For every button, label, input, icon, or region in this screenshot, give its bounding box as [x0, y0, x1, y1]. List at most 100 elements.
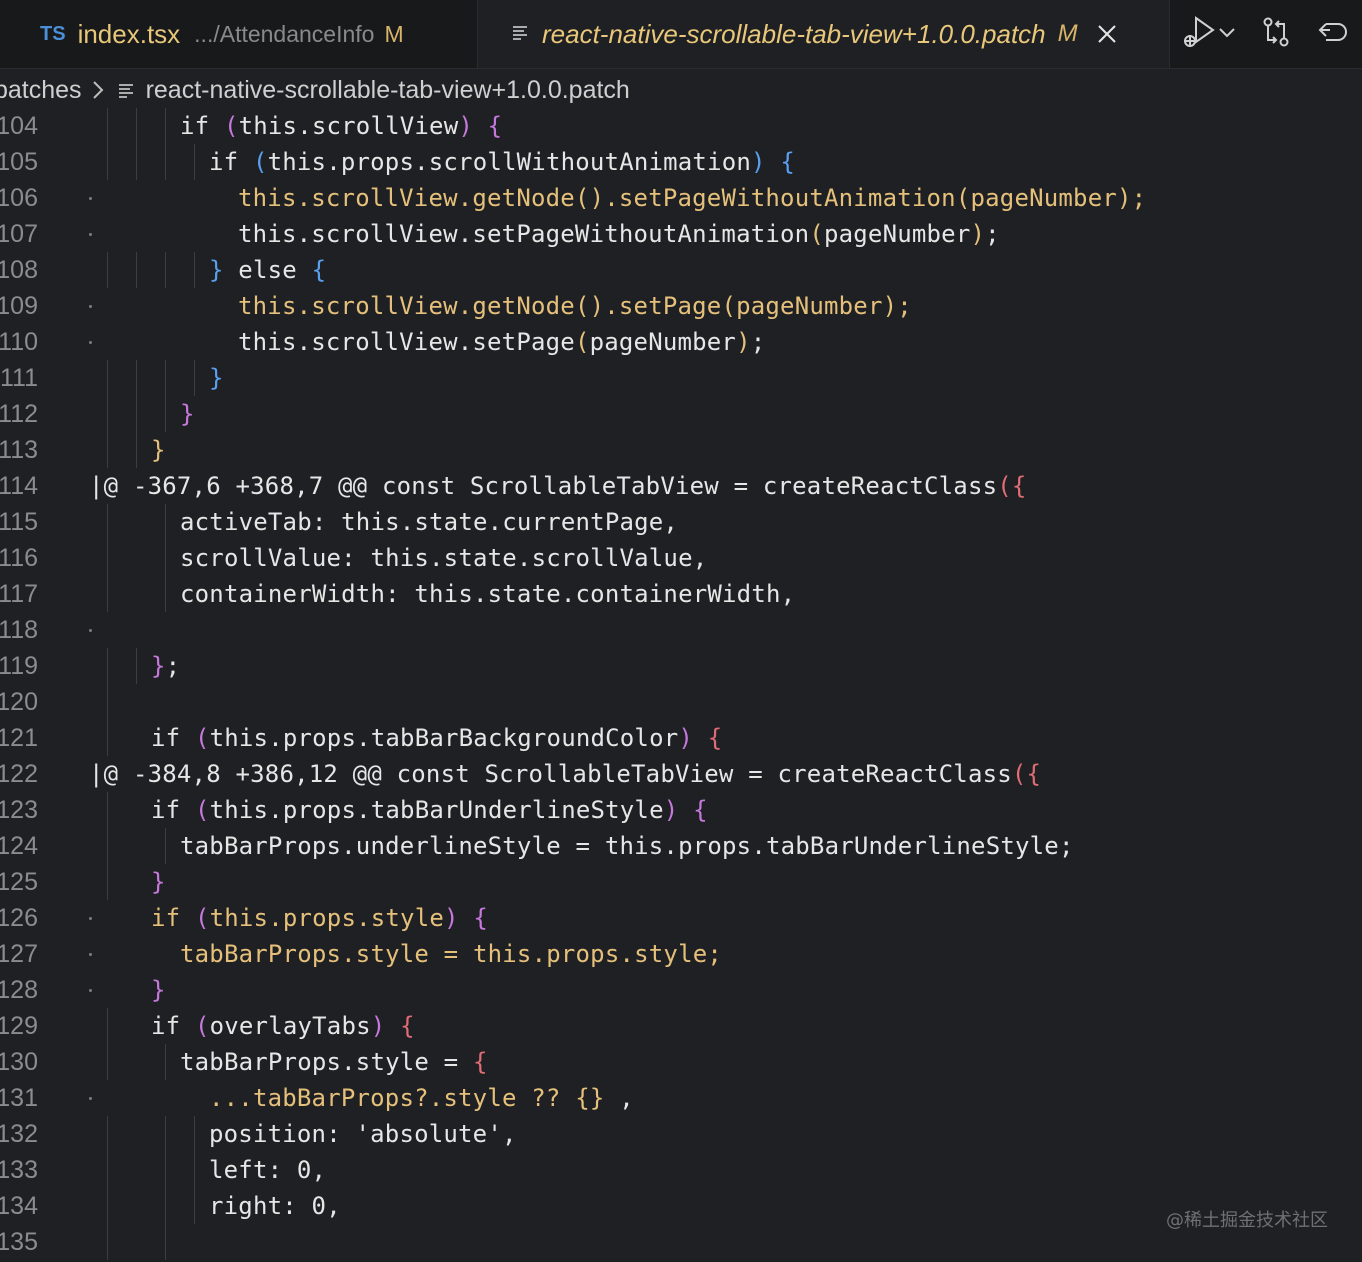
compare-changes-button[interactable]: [1261, 16, 1291, 53]
code-line[interactable]: 127 tabBarProps.style = this.props.style;: [0, 936, 1362, 972]
code-line[interactable]: 124 tabBarProps.underlineStyle = this.pro…: [0, 828, 1362, 864]
code-token: if: [151, 904, 195, 932]
line-number: 117: [0, 580, 38, 608]
code-line[interactable]: 110 this.scrollView.setPage(pageNumber);: [0, 324, 1362, 360]
indent-guide: [107, 720, 108, 756]
breadcrumb-file[interactable]: react-native-scrollable-tab-view+1.0.0.p…: [146, 76, 630, 105]
code-line[interactable]: 104 if (this.scrollView) {: [0, 108, 1362, 144]
code-line[interactable]: 107 this.scrollView.setPageWithoutAnimati…: [0, 216, 1362, 252]
line-number: 133: [0, 1156, 38, 1184]
indent-guide: [165, 1044, 166, 1080]
code-line[interactable]: 131 ...tabBarProps?.style ?? {} ,: [0, 1080, 1362, 1116]
code-line[interactable]: 112}: [0, 396, 1362, 432]
code-token: containerWidth: this.state.containerWidt…: [180, 580, 796, 608]
code-token: }: [151, 652, 166, 680]
code-token: (): [574, 184, 605, 212]
line-number: 124: [0, 832, 38, 860]
code-line[interactable]: 120: [0, 684, 1362, 720]
revert-button[interactable]: [1316, 18, 1350, 51]
code-line[interactable]: 123 if (this.props.tabBarUnderlineStyle) …: [0, 792, 1362, 828]
line-number: 114: [0, 472, 38, 500]
code-line[interactable]: 135: [0, 1224, 1362, 1260]
code-token: }: [151, 436, 166, 464]
line-number: 111: [0, 364, 38, 392]
code-line[interactable]: 126 if (this.props.style) {: [0, 900, 1362, 936]
code-line[interactable]: 113}: [0, 432, 1362, 468]
code-text: tabBarProps.underlineStyle = this.props.…: [180, 828, 1074, 864]
code-line[interactable]: 116 scrollValue: this.state.scrollValue,: [0, 540, 1362, 576]
code-text: activeTab: this.state.currentPage,: [180, 504, 678, 540]
code-editor[interactable]: 104 if (this.scrollView) {105 if (this.pro…: [0, 108, 1362, 1262]
code-line[interactable]: 111}: [0, 360, 1362, 396]
indent-guide: [165, 1188, 166, 1224]
modified-badge: M: [384, 20, 404, 47]
indent-guide: [194, 252, 195, 288]
line-number: 126: [0, 904, 38, 932]
whitespace-dot: [89, 629, 92, 632]
code-token: {: [311, 256, 327, 284]
run-debug-icon: [1182, 15, 1218, 54]
code-line[interactable]: 132 position: 'absolute',: [0, 1116, 1362, 1152]
code-text: left: 0,: [209, 1152, 326, 1188]
code-line[interactable]: 133 left: 0,: [0, 1152, 1362, 1188]
indent-guide: [107, 792, 108, 828]
code-text: this.scrollView.getNode().setPage(pageNu…: [238, 288, 912, 324]
code-token: ...tabBarProps?.style ??: [209, 1084, 576, 1112]
line-number: 109: [0, 292, 38, 320]
code-line[interactable]: 105 if (this.props.scrollWithoutAnimation…: [0, 144, 1362, 180]
code-text: position: 'absolute',: [209, 1116, 517, 1152]
code-line[interactable]: 119};: [0, 648, 1362, 684]
text-file-icon: [512, 24, 528, 45]
code-line[interactable]: 134 right: 0,: [0, 1188, 1362, 1224]
code-line[interactable]: 128}: [0, 972, 1362, 1008]
code-line[interactable]: 117 containerWidth: this.state.containerW…: [0, 576, 1362, 612]
code-token: ): [678, 724, 694, 752]
code-token: }: [151, 868, 166, 896]
code-line[interactable]: 121 if (this.props.tabBarBackgroundColor)…: [0, 720, 1362, 756]
code-line[interactable]: 129 if (overlayTabs) {: [0, 1008, 1362, 1044]
line-number: 132: [0, 1120, 38, 1148]
code-token: tabBarProps.style =: [180, 1048, 473, 1076]
code-token: |@ -384,8 +386,12 @@ const ScrollableTab…: [89, 760, 1012, 788]
indent-guide: [107, 396, 108, 432]
code-token: ({: [1011, 760, 1042, 788]
line-number: 118: [0, 616, 38, 644]
code-line[interactable]: 106 this.scrollView.getNode().setPageWith…: [0, 180, 1362, 216]
code-text: if (overlayTabs) {: [151, 1008, 415, 1044]
indent-guide: [107, 144, 108, 180]
breadcrumb-folder[interactable]: patches: [0, 76, 82, 105]
code-token: (: [194, 904, 210, 932]
code-token: {: [707, 724, 723, 752]
indent-guide: [194, 1116, 195, 1152]
run-debug-button[interactable]: [1182, 15, 1236, 54]
code-text: };: [151, 648, 180, 684]
code-line[interactable]: 118: [0, 612, 1362, 648]
code-token: {: [472, 1048, 488, 1076]
code-token: pageNumber: [589, 328, 737, 356]
code-line[interactable]: 108} else {: [0, 252, 1362, 288]
code-token: (: [721, 292, 737, 320]
line-number: 112: [0, 400, 38, 428]
code-token: this.props.tabBarBackgroundColor: [209, 724, 679, 752]
code-line[interactable]: 114 |@ -367,6 +368,7 @@ const ScrollableT…: [0, 468, 1362, 504]
close-icon[interactable]: [1096, 23, 1118, 45]
editor-tab-bar: TS index.tsx .../AttendanceInfo M react-…: [0, 0, 1362, 69]
indent-guide: [165, 576, 166, 612]
code-token: this.props.tabBarUnderlineStyle: [209, 796, 664, 824]
code-line[interactable]: 109 this.scrollView.getNode().setPage(pag…: [0, 288, 1362, 324]
code-text: }: [209, 360, 224, 396]
code-line[interactable]: 122 |@ -384,8 +386,12 @@ const Scrollable…: [0, 756, 1362, 792]
tab-patch-file[interactable]: react-native-scrollable-tab-view+1.0.0.p…: [478, 0, 1170, 68]
code-token: (): [574, 292, 605, 320]
code-token: }: [180, 400, 195, 428]
code-line[interactable]: 130 tabBarProps.style = {: [0, 1044, 1362, 1080]
chevron-down-icon[interactable]: [1218, 25, 1236, 44]
line-number: 135: [0, 1228, 38, 1256]
tab-index-tsx[interactable]: TS index.tsx .../AttendanceInfo M: [12, 0, 478, 68]
code-text: this.scrollView.setPage(pageNumber);: [238, 324, 765, 360]
indent-guide: [107, 252, 108, 288]
code-line[interactable]: 115 activeTab: this.state.currentPage,: [0, 504, 1362, 540]
code-line[interactable]: 125}: [0, 864, 1362, 900]
